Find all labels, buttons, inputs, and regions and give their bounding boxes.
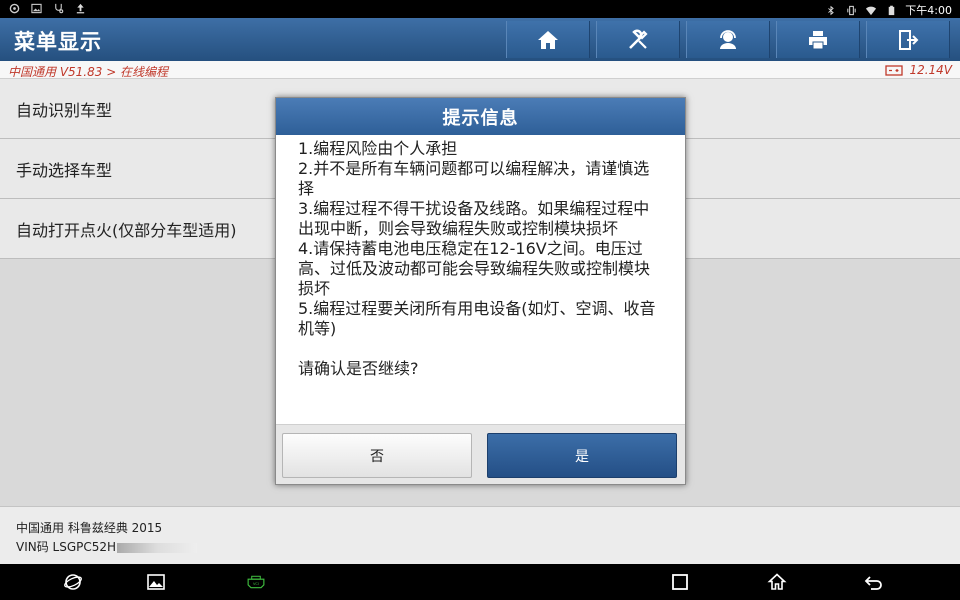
vin-row: VIN码 LSGPC52H bbox=[16, 538, 944, 557]
recents-nav-button[interactable] bbox=[669, 572, 691, 592]
home-nav-button[interactable] bbox=[766, 572, 788, 592]
support-icon bbox=[720, 29, 736, 49]
android-home-icon bbox=[767, 573, 787, 590]
browser-nav-button[interactable] bbox=[62, 572, 84, 592]
battery-voltage: 12.14V bbox=[885, 63, 952, 77]
app-notification-icon bbox=[8, 2, 20, 14]
browser-icon bbox=[64, 574, 82, 590]
support-button[interactable] bbox=[686, 21, 770, 58]
tools-button[interactable] bbox=[596, 21, 680, 58]
dialog-body: 1.编程风险由个人承担 2.并不是所有车辆问题都可以编程解决，请谨慎选择 3.编… bbox=[276, 135, 685, 425]
vehicle-model: 中国通用 科鲁兹经典 2015 bbox=[16, 521, 163, 535]
breadcrumb: 中国通用 V51.83 > 在线编程 bbox=[8, 65, 169, 79]
page-title: 菜单显示 bbox=[14, 30, 102, 54]
app-title-bar: 菜单显示 bbox=[0, 18, 960, 61]
vehicle-info: 中国通用 科鲁兹经典 2015 VIN码 LSGPC52H bbox=[0, 506, 960, 564]
dialog-confirm-question: 请确认是否继续? bbox=[298, 359, 419, 378]
svg-text:VCI: VCI bbox=[253, 582, 259, 586]
breadcrumb-bar: 中国通用 V51.83 > 在线编程 12.14V bbox=[0, 61, 960, 79]
bluetooth-icon bbox=[825, 4, 837, 16]
dialog-line-3: 3.编程过程不得干扰设备及线路。如果编程过程中出现中断，则会导致编程失败或控制模… bbox=[298, 199, 650, 238]
vin-redaction bbox=[117, 542, 198, 553]
tools-icon bbox=[629, 29, 648, 49]
vibrate-icon bbox=[845, 4, 857, 16]
gallery-nav-button[interactable] bbox=[145, 572, 167, 592]
battery-status-icon bbox=[885, 4, 897, 16]
dialog-line-5: 5.编程过程要关闭所有用电设备(如灯、空调、收音机等) bbox=[298, 299, 656, 338]
back-icon bbox=[864, 576, 882, 590]
dialog-line-4: 4.请保持蓄电池电压稳定在12-16V之间。电压过高、过低及波动都可能会导致编程… bbox=[298, 239, 651, 298]
print-button[interactable] bbox=[776, 21, 860, 58]
system-nav-bar: VCI bbox=[0, 564, 960, 600]
vin-text: VIN码 LSGPC52H bbox=[16, 540, 117, 554]
menu-item-label: 自动识别车型 bbox=[16, 100, 113, 120]
no-button[interactable]: 否 bbox=[282, 433, 472, 478]
voltage-value: 12.14V bbox=[909, 63, 952, 77]
exit-button[interactable] bbox=[866, 21, 950, 58]
home-icon bbox=[538, 30, 558, 49]
vci-icon: VCI bbox=[247, 575, 265, 589]
back-nav-button[interactable] bbox=[863, 572, 885, 592]
menu-item-label: 手动选择车型 bbox=[16, 160, 113, 180]
car-battery-icon bbox=[885, 65, 904, 76]
image-notification-icon bbox=[30, 2, 42, 14]
warning-dialog: 提示信息 1.编程风险由个人承担 2.并不是所有车辆问题都可以编程解决，请谨慎选… bbox=[275, 97, 686, 485]
menu-item-label: 自动打开点火(仅部分车型适用) bbox=[16, 220, 237, 240]
stethoscope-icon bbox=[52, 2, 64, 14]
dialog-footer: 否 是 bbox=[276, 424, 685, 484]
clock: 下午4:00 bbox=[905, 4, 952, 17]
exit-icon bbox=[899, 29, 919, 50]
upload-icon bbox=[74, 2, 86, 14]
gallery-icon bbox=[147, 574, 165, 590]
wifi-icon bbox=[865, 4, 877, 16]
recents-icon bbox=[672, 574, 688, 590]
dialog-title: 提示信息 bbox=[276, 98, 685, 135]
yes-button[interactable]: 是 bbox=[487, 433, 677, 478]
dialog-line-1: 1.编程风险由个人承担 bbox=[298, 139, 458, 158]
dialog-line-2: 2.并不是所有车辆问题都可以编程解决，请谨慎选择 bbox=[298, 159, 650, 198]
home-button[interactable] bbox=[506, 21, 590, 58]
vci-nav-button[interactable]: VCI bbox=[242, 572, 270, 592]
print-icon bbox=[809, 30, 827, 49]
status-bar: 下午4:00 bbox=[0, 0, 960, 18]
